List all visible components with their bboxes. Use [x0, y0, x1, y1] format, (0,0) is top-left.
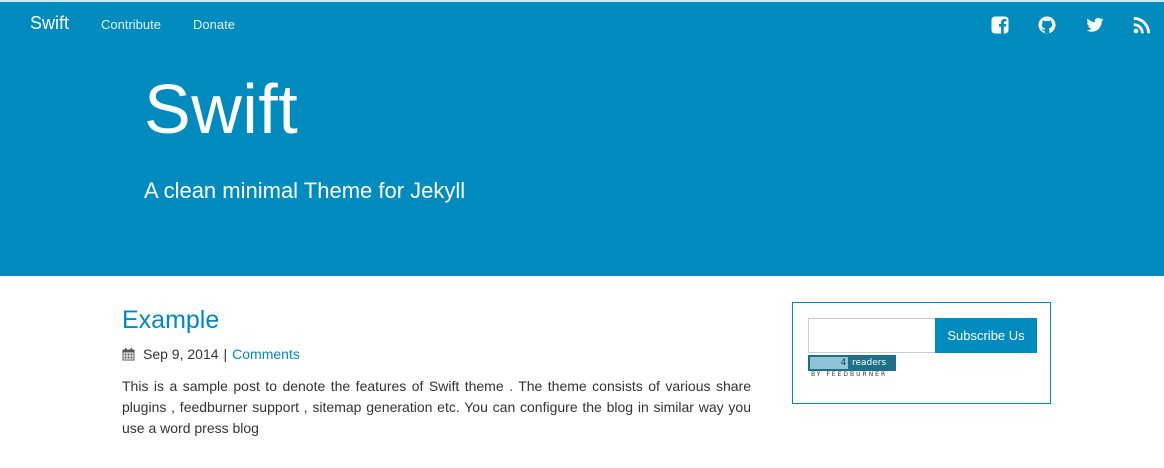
meta-separator: | — [223, 346, 228, 362]
calendar-icon — [122, 347, 135, 361]
subscribe-widget: Subscribe Us 4 readers BY FEEDBURNER — [792, 302, 1051, 404]
navbar: Swift Contribute Donate — [0, 2, 1164, 48]
post-date: Sep 9, 2014 — [143, 346, 219, 362]
facebook-icon[interactable] — [990, 15, 1010, 35]
twitter-icon[interactable] — [1085, 15, 1105, 35]
github-icon[interactable] — [1037, 15, 1057, 35]
brand-link[interactable]: Swift — [30, 13, 69, 34]
rss-icon[interactable] — [1132, 15, 1152, 35]
feedburner-byline: BY FEEDBURNER — [811, 371, 888, 378]
nav-link-contribute[interactable]: Contribute — [101, 17, 161, 32]
subscribe-button[interactable]: Subscribe Us — [935, 318, 1037, 353]
reader-count: 4 — [810, 357, 848, 369]
post-meta: Sep 9, 2014 | Comments — [122, 346, 300, 362]
comments-link[interactable]: Comments — [232, 346, 300, 362]
post-excerpt: This is a sample post to denote the feat… — [122, 378, 751, 436]
post-title-link[interactable]: Example — [122, 308, 219, 333]
readers-label: readers — [852, 358, 887, 368]
nav-link-donate[interactable]: Donate — [193, 17, 235, 32]
hero-banner: Swift A clean minimal Theme for Jekyll — [0, 48, 1164, 276]
site-subtitle: A clean minimal Theme for Jekyll — [144, 178, 466, 203]
email-subscribe-input[interactable] — [808, 318, 936, 353]
feedburner-count-badge[interactable]: 4 readers — [808, 355, 896, 371]
site-title: Swift — [144, 70, 299, 148]
